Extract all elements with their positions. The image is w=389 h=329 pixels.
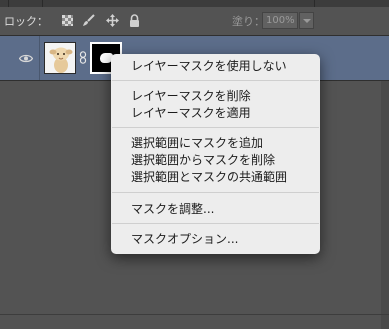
scrollbar[interactable] [381, 81, 389, 329]
move-icon[interactable] [106, 14, 119, 27]
layer-thumbnail[interactable] [44, 42, 76, 74]
layer-mask-context-menu: レイヤーマスクを使用しない レイヤーマスクを削除 レイヤーマスクを適用 選択範囲… [111, 54, 320, 254]
menu-item-refine-mask[interactable]: マスクを調整... [111, 201, 320, 218]
menu-item-subtract-mask-from-selection[interactable]: 選択範囲からマスクを削除 [111, 152, 320, 169]
menu-item-mask-options[interactable]: マスクオプション... [111, 231, 320, 248]
checkerboard-icon[interactable] [61, 14, 74, 27]
menu-separator [112, 223, 319, 224]
divider [0, 314, 389, 315]
menu-item-disable-layer-mask[interactable]: レイヤーマスクを使用しない [111, 58, 320, 75]
menu-item-add-mask-to-selection[interactable]: 選択範囲にマスクを追加 [111, 135, 320, 152]
chain-link-icon[interactable] [79, 51, 87, 67]
lock-label: ロック： [4, 15, 48, 28]
menu-item-intersect-mask-with-selection[interactable]: 選択範囲とマスクの共通範囲 [111, 169, 320, 186]
divider [314, 0, 315, 7]
divider [39, 36, 40, 80]
lock-icon[interactable] [128, 14, 141, 27]
menu-item-apply-layer-mask[interactable]: レイヤーマスクを適用 [111, 105, 320, 122]
divider [42, 0, 43, 7]
divider [8, 0, 9, 7]
fill-opacity-field[interactable]: 100% [262, 12, 298, 29]
lock-toolbar: ロック： 塗り： 100% [0, 7, 389, 36]
eye-icon[interactable] [18, 52, 34, 66]
fill-opacity-dropdown[interactable] [299, 12, 314, 29]
menu-separator [112, 192, 319, 193]
menu-separator [112, 127, 319, 128]
panel-top-strip [0, 0, 389, 7]
menu-item-delete-layer-mask[interactable]: レイヤーマスクを削除 [111, 88, 320, 105]
brush-icon[interactable] [82, 14, 95, 27]
menu-separator [112, 80, 319, 81]
fill-label: 塗り： [232, 15, 265, 28]
